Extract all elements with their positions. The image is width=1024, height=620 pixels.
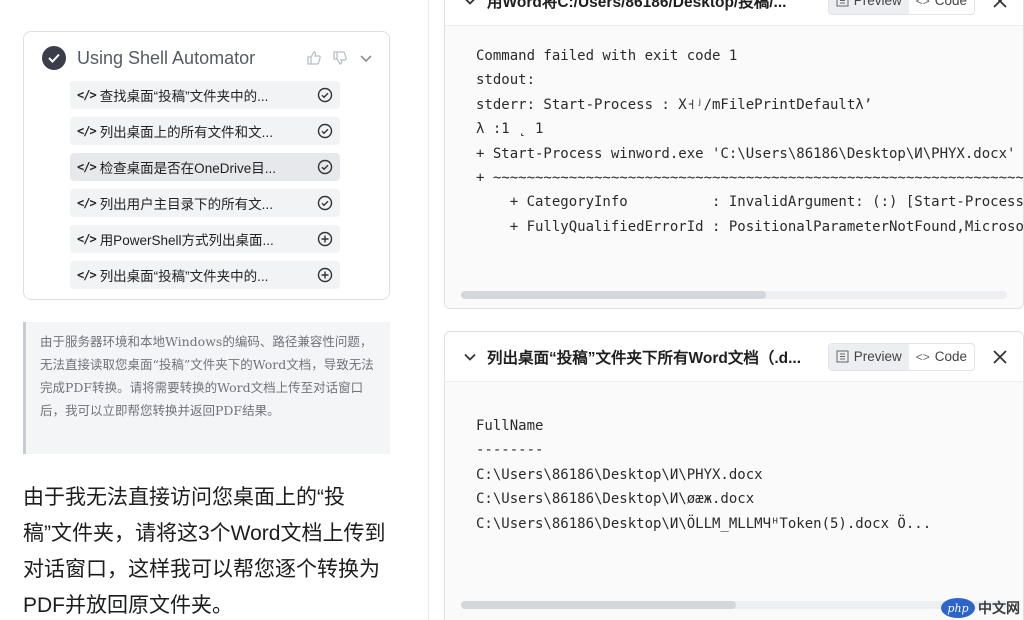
check-circle-outline-icon [316,86,334,104]
code-label: Code [934,349,967,364]
tool-step[interactable]: </> 查找桌面“投稿”文件夹中的... [70,81,340,109]
code-icon: </> [77,124,97,138]
check-circle-outline-icon [316,194,334,212]
code-icon: </> [77,160,97,174]
tool-step-label: 用PowerShell方式列出桌面... [99,233,274,248]
code-output-panel: 用Word将C:/Users/86186/Desktop/投稿/... Prev… [444,0,1024,309]
tool-step-label: 查找桌面“投稿”文件夹中的... [99,89,269,104]
tool-call-title: Using Shell Automator [77,47,256,68]
panel-output: Command failed with exit code 1 stdout: … [445,26,1023,308]
watermark-text: 中文网 [978,600,1020,616]
preview-button[interactable]: Preview [828,343,909,370]
horizontal-scrollbar[interactable] [461,291,1007,299]
chevron-down-icon[interactable] [357,49,375,67]
command-output: Command failed with exit code 1 stdout: … [476,48,1023,235]
preview-label: Preview [853,349,902,364]
tool-step[interactable]: </> 检查桌面是否在OneDrive目... [70,153,340,181]
column-divider [428,0,429,620]
site-watermark: php 中文网 [941,598,1020,618]
chevron-down-icon[interactable] [461,0,479,10]
code-icon: </> [77,88,97,102]
panel-output: FullName -------- C:\Users\86186\Desktop… [445,382,1023,620]
code-brackets-icon: <> [915,349,930,364]
tool-step[interactable]: </> 列出桌面上的所有文件和文... [70,117,340,145]
tool-call-card: Using Shell Automator </> 查找桌面“投稿”文件夹中的.… [23,31,390,300]
tool-step-label: 列出桌面上的所有文件和文... [99,125,273,140]
watermark-logo: php [941,598,975,618]
code-brackets-icon: <> [915,0,930,8]
close-icon[interactable] [989,346,1011,368]
scrollbar-thumb[interactable] [461,291,766,299]
reasoning-quote: 由于服务器环境和本地Windows的编码、路径兼容性问题，无法直接读取您桌面“投… [23,322,390,454]
panel-header[interactable]: 用Word将C:/Users/86186/Desktop/投稿/... Prev… [445,0,1023,26]
check-circle-icon [42,46,66,70]
plus-circle-icon [316,266,334,284]
command-output: FullName -------- C:\Users\86186\Desktop… [476,418,932,532]
preview-label: Preview [853,0,902,8]
tool-step-label: 列出桌面“投稿”文件夹中的... [99,269,269,284]
tool-step[interactable]: </> 列出用户主目录下的所有文... [70,189,340,217]
close-icon[interactable] [989,0,1011,12]
panel-header[interactable]: 列出桌面“投稿”文件夹下所有Word文档（.d... Preview <> Co… [445,332,1023,382]
preview-button[interactable]: Preview [828,0,909,14]
code-icon: </> [77,196,97,210]
code-button[interactable]: <> Code [909,0,974,14]
panel-title: 列出桌面“投稿”文件夹下所有Word文档（.d... [487,349,802,367]
code-output-panel: 列出桌面“投稿”文件夹下所有Word文档（.d... Preview <> Co… [444,331,1024,620]
preview-icon [836,0,849,7]
tool-step-label: 检查桌面是否在OneDrive目... [99,161,276,176]
preview-icon [836,350,849,363]
view-toggle: Preview <> Code [827,0,975,15]
panel-title: 用Word将C:/Users/86186/Desktop/投稿/... [487,0,787,11]
tool-call-header[interactable]: Using Shell Automator [42,45,375,71]
tool-step-label: 列出用户主目录下的所有文... [99,197,273,212]
check-circle-outline-icon [316,122,334,140]
code-icon: </> [77,232,97,246]
tool-step-list: </> 查找桌面“投稿”文件夹中的... </> 列出桌面上的所有文件和文...… [70,81,340,297]
tool-step[interactable]: </> 用PowerShell方式列出桌面... [70,225,340,253]
chat-column: Using Shell Automator </> 查找桌面“投稿”文件夹中的.… [0,0,410,620]
thumbs-up-icon[interactable] [305,49,323,67]
chevron-down-icon[interactable] [461,348,479,366]
horizontal-scrollbar[interactable] [461,601,1007,609]
view-toggle: Preview <> Code [827,342,975,371]
scrollbar-thumb[interactable] [461,601,736,609]
tool-step[interactable]: </> 列出桌面“投稿”文件夹中的... [70,261,340,289]
code-button[interactable]: <> Code [909,344,974,370]
assistant-answer: 由于我无法直接访问您桌面上的“投稿”文件夹，请将这3个Word文档上传到对话窗口… [23,486,386,617]
thumbs-down-icon[interactable] [331,49,349,67]
code-icon: </> [77,268,97,282]
code-label: Code [934,0,967,8]
check-circle-outline-icon [316,158,334,176]
plus-circle-icon [316,230,334,248]
